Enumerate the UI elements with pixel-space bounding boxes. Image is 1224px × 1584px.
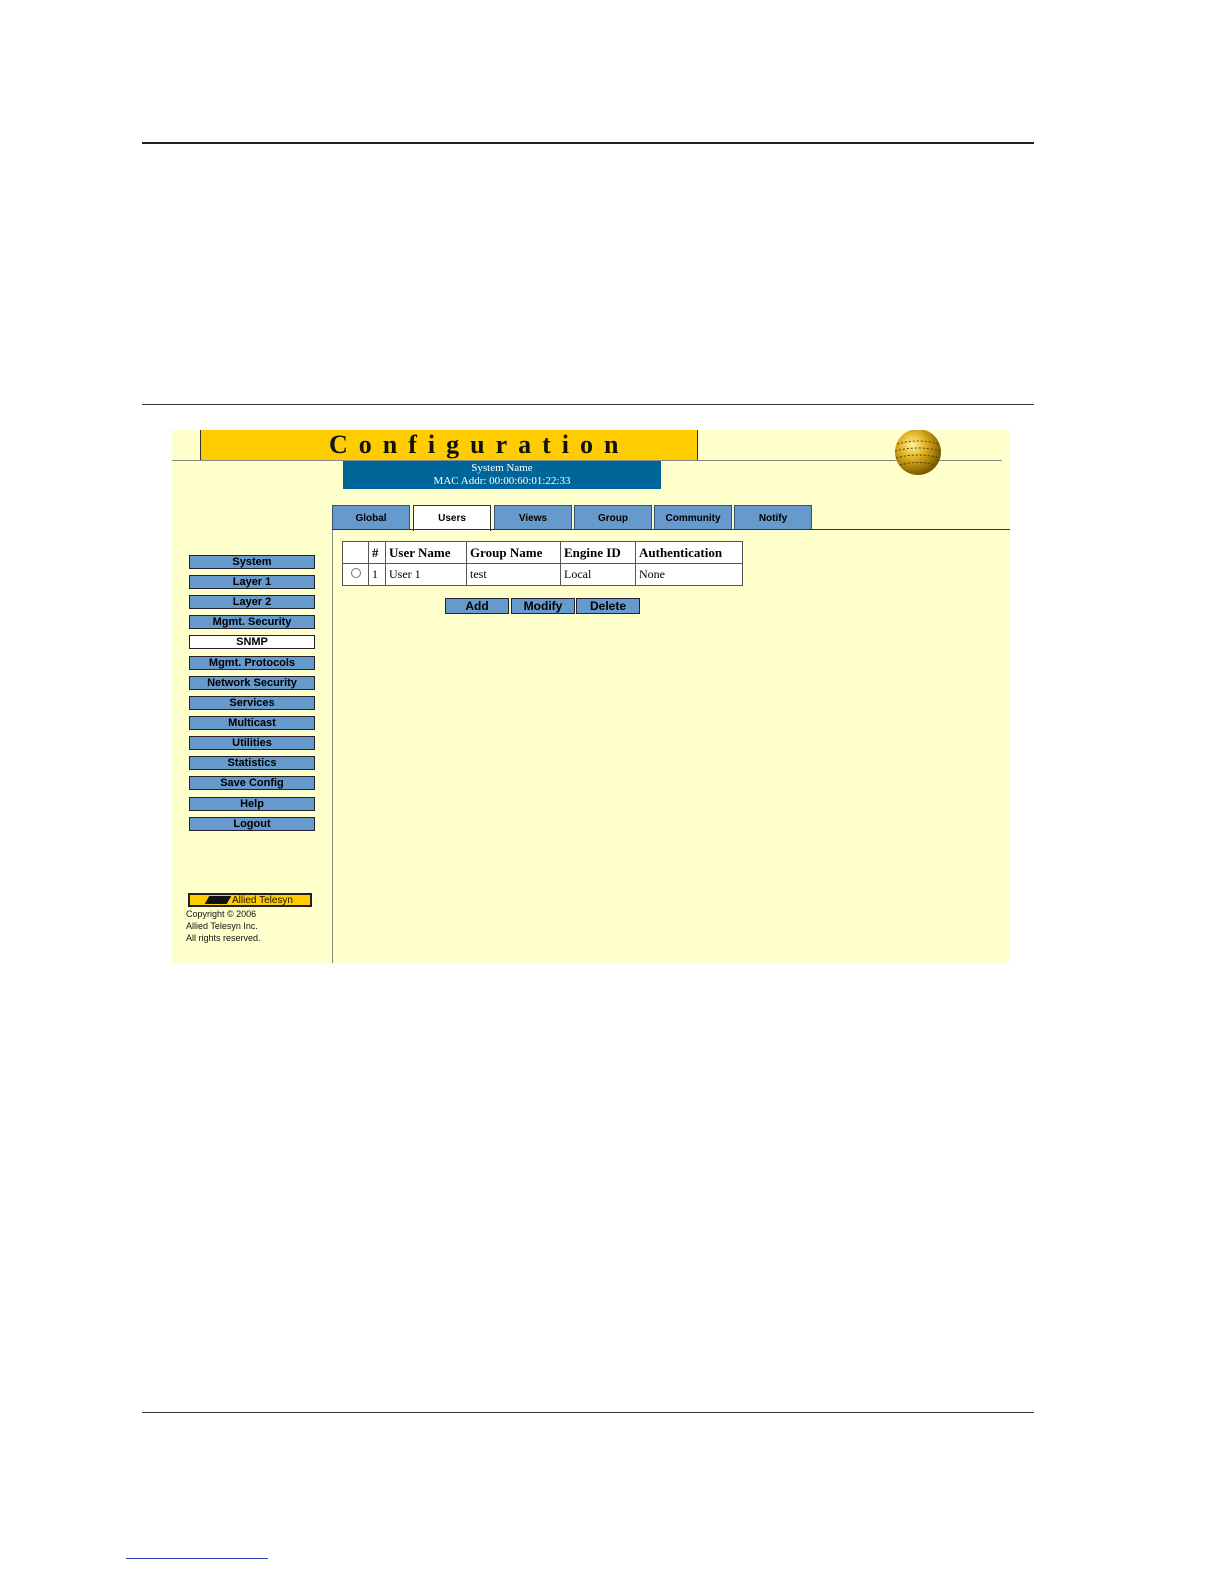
nav-system[interactable]: System	[189, 555, 315, 569]
modify-button[interactable]: Modify	[511, 598, 575, 614]
logo-text: Allied Telesyn	[232, 895, 293, 906]
footnote-rule	[126, 1558, 268, 1559]
mac-address: MAC Addr: 00:00:60:01:22:33	[433, 475, 571, 487]
delete-button[interactable]: Delete	[576, 598, 640, 614]
copyright-line: Allied Telesyn Inc.	[186, 921, 258, 931]
brand-logo: Allied Telesyn	[188, 893, 312, 907]
section-rule	[142, 404, 1034, 405]
row-select-cell	[342, 563, 369, 586]
col-number: #	[368, 541, 386, 564]
nav-mgmt-security[interactable]: Mgmt. Security	[189, 615, 315, 629]
row-number: 1	[368, 563, 386, 586]
sidebar-divider	[332, 530, 333, 963]
copyright-line: All rights reserved.	[186, 933, 261, 943]
nav-mgmt-protocols[interactable]: Mgmt. Protocols	[189, 656, 315, 670]
nav-layer-1[interactable]: Layer 1	[189, 575, 315, 589]
col-group-name: Group Name	[466, 541, 561, 564]
top-rule	[142, 142, 1034, 144]
nav-multicast[interactable]: Multicast	[189, 716, 315, 730]
title-bar: Configuration	[200, 430, 698, 460]
tab-global[interactable]: Global	[332, 505, 410, 529]
tab-users[interactable]: Users	[413, 505, 491, 531]
nav-network-security[interactable]: Network Security	[189, 676, 315, 690]
copyright-line: Copyright © 2006	[186, 909, 257, 919]
add-button[interactable]: Add	[445, 598, 509, 614]
bottom-rule	[142, 1412, 1034, 1413]
nav-logout[interactable]: Logout	[189, 817, 315, 831]
row-user-name: User 1	[385, 563, 467, 586]
row-select-radio[interactable]	[350, 568, 361, 578]
nav-layer-2[interactable]: Layer 2	[189, 595, 315, 609]
tab-underline	[332, 529, 1010, 530]
row-engine-id: Local	[560, 563, 636, 586]
table-header-row: # User Name Group Name Engine ID Authent…	[342, 541, 743, 564]
system-info-box: System Name MAC Addr: 00:00:60:01:22:33	[343, 461, 661, 489]
nav-help[interactable]: Help	[189, 797, 315, 811]
nav-snmp[interactable]: SNMP	[189, 635, 315, 649]
nav-services[interactable]: Services	[189, 696, 315, 710]
users-table: # User Name Group Name Engine ID Authent…	[342, 541, 743, 586]
page-title: Configuration	[329, 430, 630, 459]
system-name: System Name	[471, 462, 533, 474]
tab-notify[interactable]: Notify	[734, 505, 812, 529]
logo-mark-icon	[204, 896, 232, 905]
nav-statistics[interactable]: Statistics	[189, 756, 315, 770]
col-engine-id: Engine ID	[560, 541, 636, 564]
col-authentication: Authentication	[635, 541, 743, 564]
tab-views[interactable]: Views	[494, 505, 572, 529]
tab-community[interactable]: Community	[654, 505, 732, 529]
globe-icon	[894, 430, 942, 475]
row-authentication: None	[635, 563, 743, 586]
row-group-name: test	[466, 563, 561, 586]
nav-save-config[interactable]: Save Config	[189, 776, 315, 790]
nav-utilities[interactable]: Utilities	[189, 736, 315, 750]
col-user-name: User Name	[385, 541, 467, 564]
configuration-window: Configuration System Name MAC Addr: 00:0…	[172, 430, 1010, 963]
copyright-notice: Copyright © 2006 Allied Telesyn Inc. All…	[186, 908, 261, 944]
table-row: 1 User 1 test Local None	[342, 563, 743, 586]
tab-group[interactable]: Group	[574, 505, 652, 529]
col-select	[342, 541, 369, 564]
